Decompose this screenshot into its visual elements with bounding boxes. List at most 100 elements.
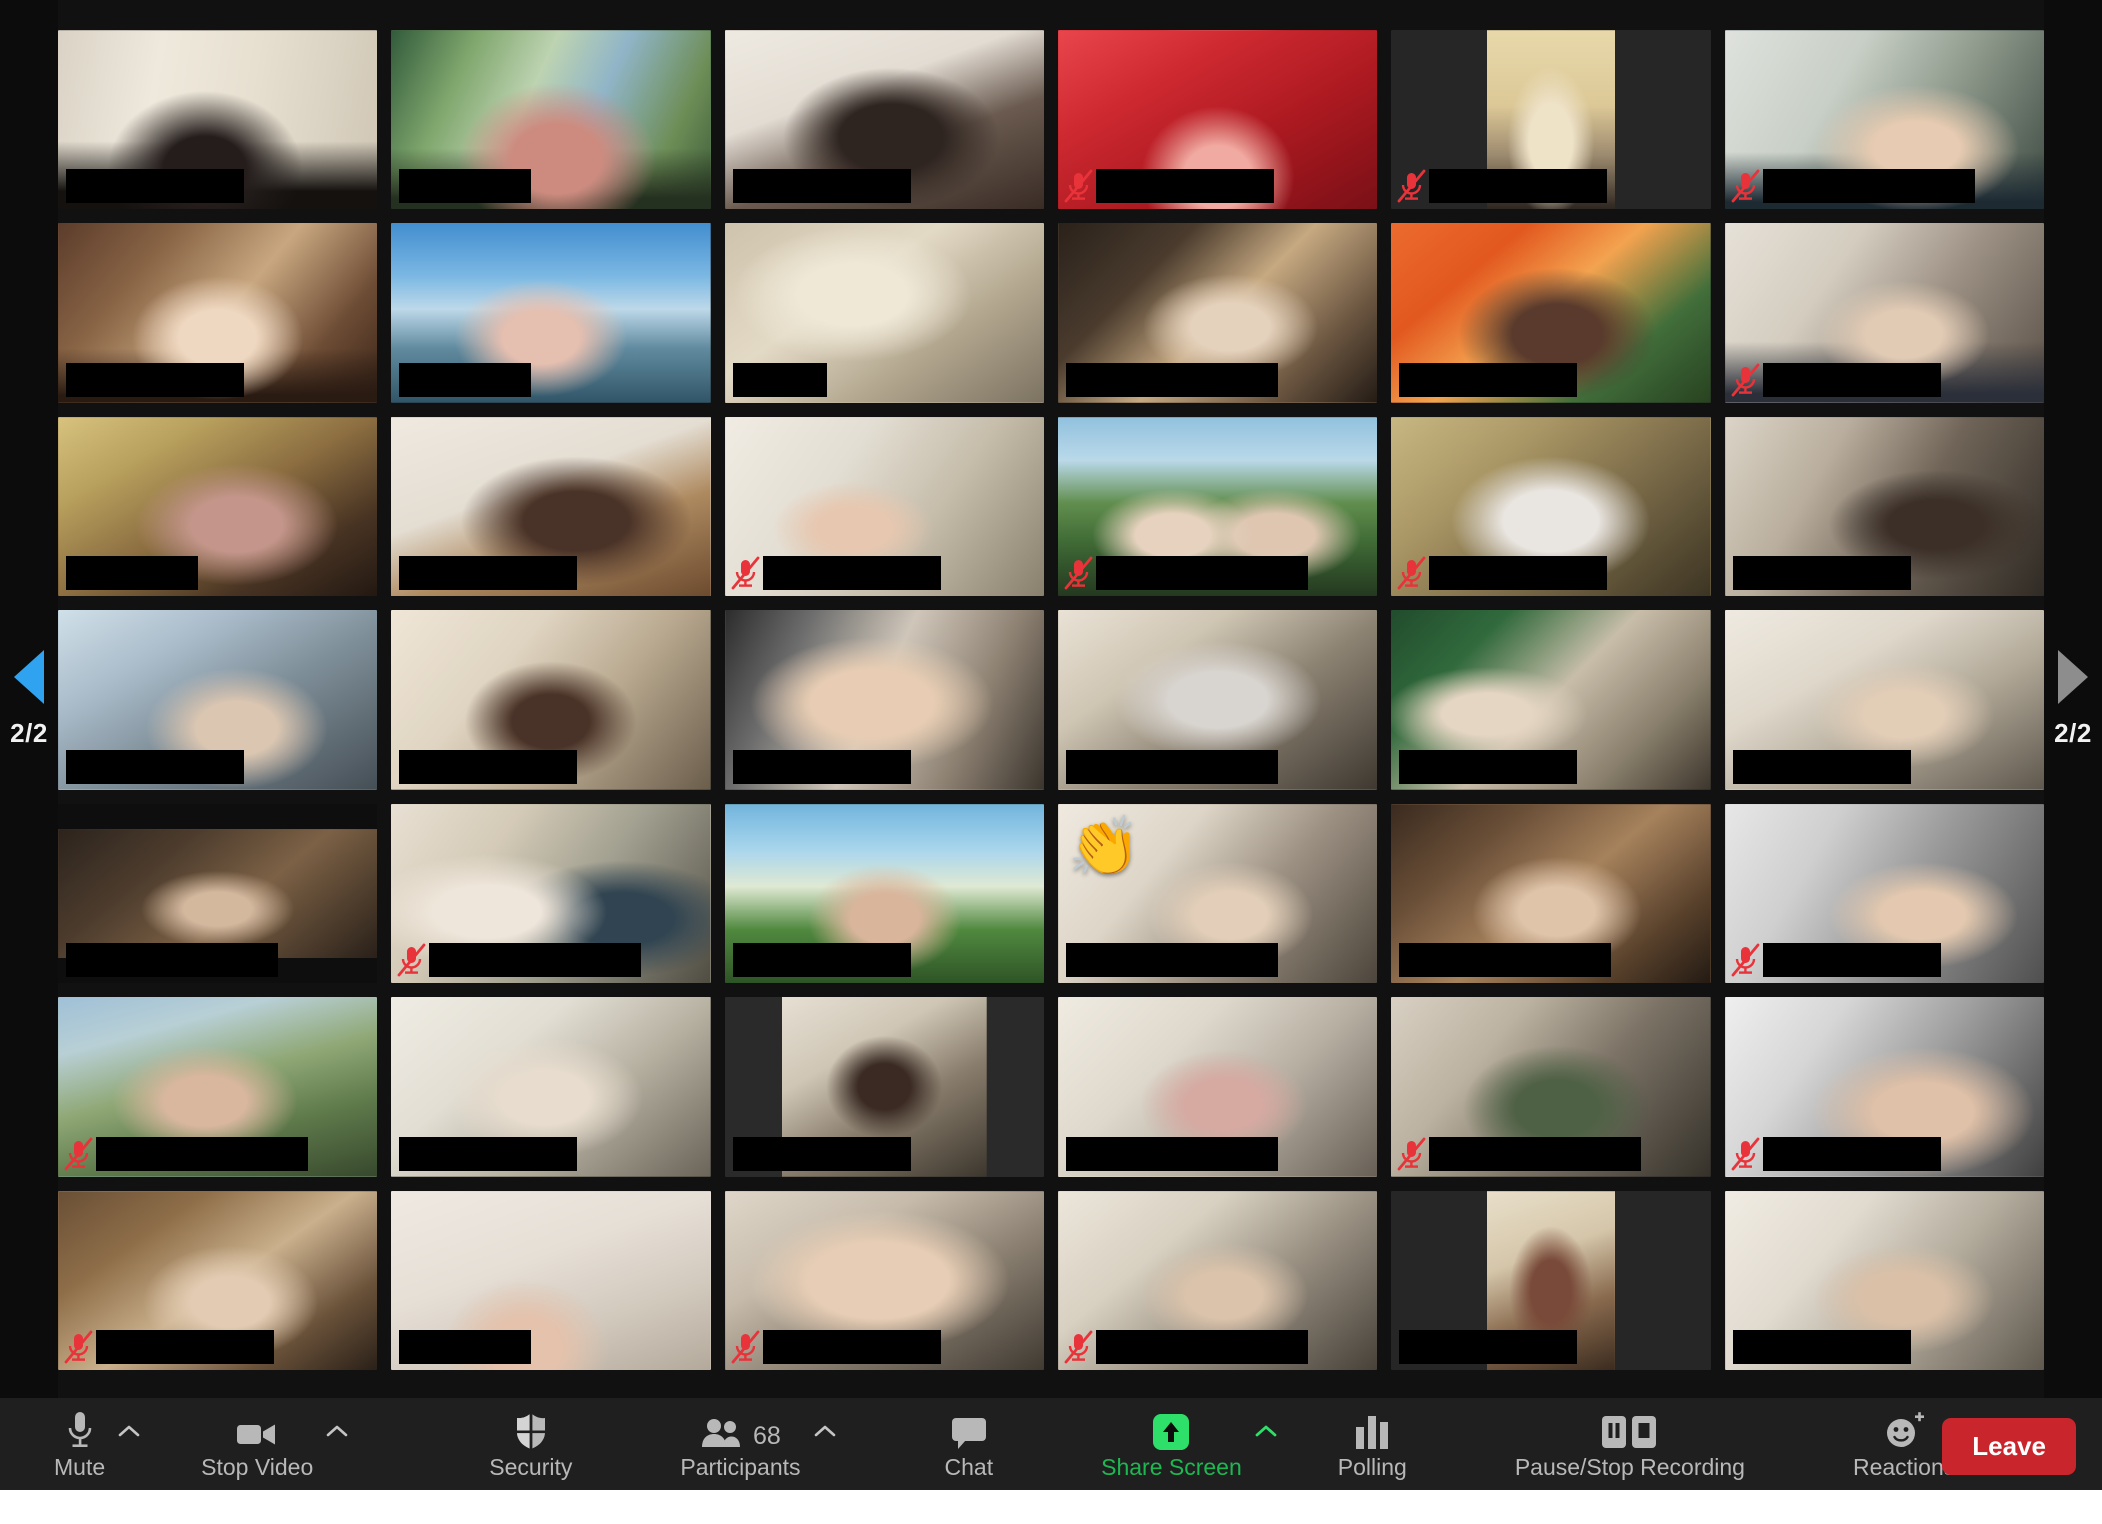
reactions-label: Reactions	[1852, 1453, 1956, 1480]
participant-tile[interactable]	[1724, 610, 2044, 790]
participant-tile[interactable]	[1391, 1190, 1711, 1370]
participant-tile[interactable]	[1724, 1190, 2044, 1370]
muted-microphone-icon	[1731, 943, 1761, 977]
participant-video-feed	[58, 828, 378, 959]
participant-name-redacted	[1399, 943, 1612, 978]
participant-tile[interactable]	[1391, 803, 1711, 984]
participant-tile[interactable]	[1058, 997, 1378, 1177]
participant-tile[interactable]	[1391, 997, 1711, 1177]
smiley-plus-icon	[1883, 1409, 1925, 1451]
participant-name-redacted	[66, 749, 244, 784]
mute-button[interactable]: Mute	[48, 1398, 111, 1490]
participant-tile[interactable]	[1724, 997, 2044, 1177]
participant-tile[interactable]	[1724, 803, 2044, 984]
participant-tile[interactable]	[724, 223, 1044, 403]
participant-name-redacted	[1399, 362, 1578, 397]
participant-name-redacted	[399, 749, 578, 784]
participant-tile[interactable]	[724, 803, 1044, 984]
polling-label: Polling	[1337, 1453, 1407, 1480]
next-page-button[interactable]: 2/2	[2044, 0, 2102, 1398]
share-screen-button[interactable]: Share Screen	[1095, 1398, 1248, 1490]
participant-tile[interactable]	[1724, 416, 2044, 597]
leave-meeting-button[interactable]: Leave	[1942, 1418, 2076, 1475]
participant-tile[interactable]	[1391, 30, 1711, 210]
participants-label: Participants	[680, 1453, 801, 1480]
participant-tile[interactable]	[1391, 223, 1711, 403]
participant-tile[interactable]	[724, 997, 1044, 1177]
participant-tile[interactable]	[58, 803, 378, 984]
participant-tile[interactable]	[724, 1190, 1044, 1370]
participants-count: 68	[753, 1421, 781, 1450]
participant-tile[interactable]	[1058, 1190, 1378, 1370]
participant-name-redacted	[429, 943, 642, 978]
participant-tile[interactable]	[391, 803, 711, 984]
previous-page-button[interactable]: 2/2	[0, 0, 58, 1398]
audio-options-caret[interactable]	[111, 1398, 147, 1490]
muted-microphone-icon	[1397, 556, 1427, 590]
participant-tile[interactable]: 👏	[1058, 803, 1378, 984]
security-button[interactable]: Security	[483, 1398, 578, 1490]
pause-stop-recording-button[interactable]: Pause/Stop Recording	[1509, 1398, 1751, 1490]
participant-tile[interactable]	[1724, 30, 2044, 210]
participant-name-redacted	[762, 556, 941, 591]
participant-tile[interactable]	[391, 416, 711, 597]
participant-name-redacted	[1066, 749, 1278, 784]
participant-tile[interactable]	[58, 30, 378, 210]
participant-name-redacted	[1429, 1136, 1642, 1171]
participant-tile[interactable]	[391, 1190, 711, 1370]
participant-tile[interactable]	[58, 997, 378, 1177]
participant-tile[interactable]	[58, 1190, 378, 1370]
mute-label: Mute	[54, 1453, 106, 1480]
participant-name-redacted	[1762, 362, 1941, 397]
participant-name-redacted	[1399, 749, 1578, 784]
participant-tile[interactable]	[1058, 30, 1378, 210]
shield-icon	[514, 1409, 548, 1451]
share-screen-label: Share Screen	[1101, 1453, 1242, 1480]
participants-options-caret[interactable]	[807, 1398, 843, 1490]
participant-name-redacted	[732, 362, 827, 397]
pause-stop-icon	[1600, 1409, 1660, 1451]
participant-tile[interactable]	[1391, 610, 1711, 790]
participant-name-redacted	[66, 169, 244, 204]
participant-tile[interactable]	[58, 416, 378, 597]
participant-tile[interactable]	[724, 416, 1044, 597]
share-screen-options-caret[interactable]	[1248, 1398, 1284, 1490]
participant-tile[interactable]	[724, 30, 1044, 210]
participant-tile[interactable]	[58, 610, 378, 790]
clap-emoji-icon: 👏	[1068, 813, 1141, 879]
participant-name-redacted	[399, 556, 578, 591]
participant-name-redacted	[1066, 1136, 1278, 1171]
participant-name-redacted	[96, 1330, 274, 1364]
participant-tile[interactable]	[391, 610, 711, 790]
participants-button[interactable]: 68 Participants	[674, 1398, 806, 1490]
participant-name-redacted	[399, 1330, 532, 1364]
participant-tile[interactable]	[391, 997, 711, 1177]
participant-name-redacted	[399, 169, 532, 204]
participant-name-redacted	[399, 1136, 578, 1171]
participant-tile[interactable]	[1724, 223, 2044, 403]
participant-name-redacted	[1762, 169, 1975, 204]
participant-name-redacted	[1096, 556, 1308, 591]
participant-tile[interactable]	[1058, 223, 1378, 403]
polling-button[interactable]: Polling	[1332, 1398, 1413, 1490]
participant-tile[interactable]	[58, 223, 378, 403]
triangle-left-icon	[14, 649, 44, 704]
security-label: Security	[489, 1453, 573, 1480]
participant-name-redacted	[66, 943, 278, 978]
participant-tile[interactable]	[1058, 416, 1378, 597]
participant-name-redacted	[66, 556, 198, 591]
participant-tile[interactable]	[391, 30, 711, 210]
muted-microphone-icon	[1064, 1330, 1094, 1364]
triangle-right-icon	[2058, 649, 2088, 704]
participant-name-redacted	[1399, 1330, 1578, 1364]
muted-microphone-icon	[1064, 556, 1094, 590]
participant-tile[interactable]	[391, 223, 711, 403]
chat-button[interactable]: Chat	[939, 1398, 1000, 1490]
participant-tile[interactable]	[1391, 416, 1711, 597]
stop-video-label: Stop Video	[201, 1453, 314, 1480]
participant-tile[interactable]	[724, 610, 1044, 790]
participant-tile[interactable]	[1058, 610, 1378, 790]
video-options-caret[interactable]	[319, 1398, 355, 1490]
stop-video-button[interactable]: Stop Video	[195, 1398, 319, 1490]
participant-name-redacted	[1732, 556, 1911, 591]
